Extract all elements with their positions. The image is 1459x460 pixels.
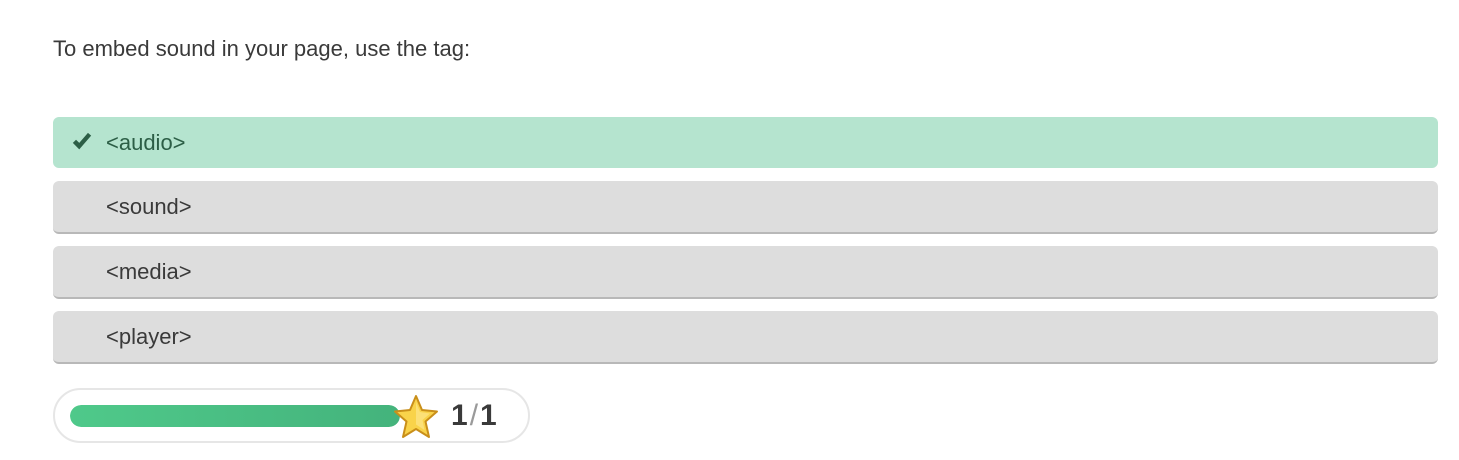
- answer-options: <audio> <sound> <media> <player>: [53, 117, 1438, 376]
- answer-option-sound[interactable]: <sound>: [53, 181, 1438, 234]
- check-icon: [72, 132, 92, 150]
- score-text: 1/1: [451, 390, 497, 441]
- answer-option-audio[interactable]: <audio>: [53, 117, 1438, 168]
- answer-option-label: <media>: [106, 259, 192, 284]
- answer-option-label: <audio>: [106, 130, 186, 155]
- progress-indicator: 1/1: [53, 388, 530, 443]
- score-total: 1: [480, 399, 497, 432]
- progress-bar-fill: [70, 405, 400, 427]
- score-separator: /: [469, 399, 479, 432]
- answer-option-media[interactable]: <media>: [53, 246, 1438, 299]
- answer-option-label: <player>: [106, 324, 192, 349]
- score-value: 1: [451, 399, 468, 432]
- star-icon: [394, 395, 438, 438]
- answer-option-player[interactable]: <player>: [53, 311, 1438, 364]
- progress-bar: [70, 405, 400, 427]
- question-text: To embed sound in your page, use the tag…: [53, 36, 471, 61]
- answer-option-label: <sound>: [106, 194, 192, 219]
